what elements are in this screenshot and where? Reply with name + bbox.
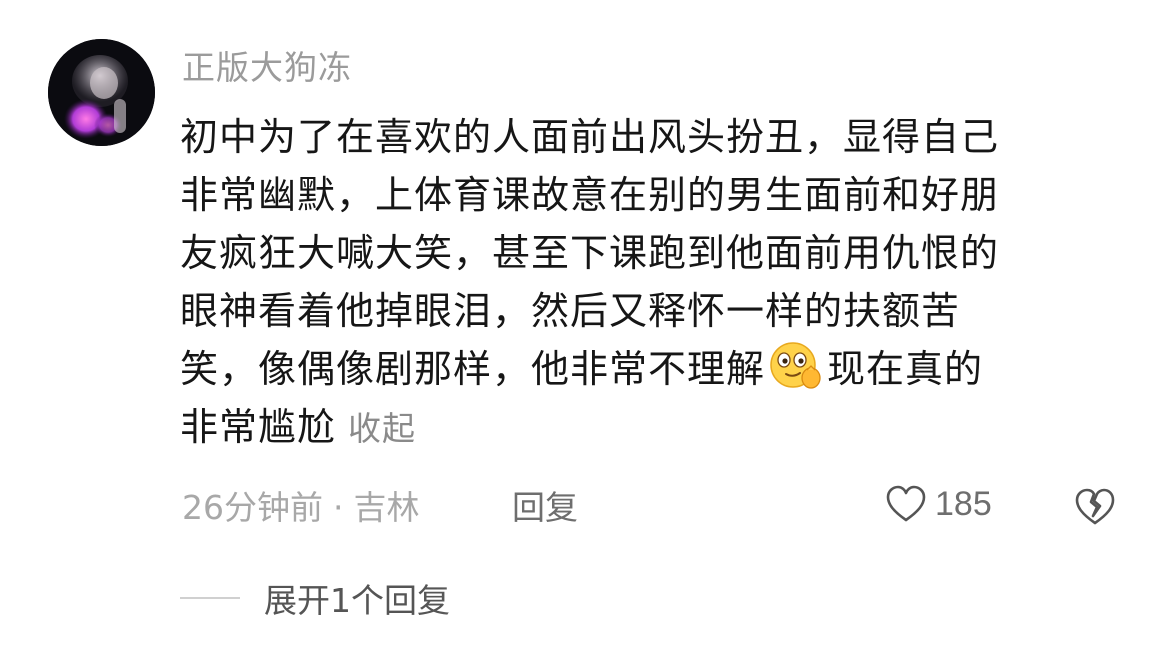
comment-line: 初中为了在喜欢的人面前出风头扮丑，显得自己	[180, 115, 1000, 159]
timestamp: 26分钟前	[182, 488, 323, 527]
comment-line: 非常尴尬 收起	[180, 398, 1140, 458]
username[interactable]: 正版大狗冻	[182, 46, 352, 90]
dislike-button[interactable]	[1073, 486, 1117, 532]
wink-pinch-emoji-icon	[770, 342, 821, 389]
comment-line-text: 非常尴尬	[180, 405, 337, 449]
comment-line: 笑，像偶像剧那样，他非常不理解 现在真的	[180, 340, 1140, 398]
expand-label-faded: 个回复	[351, 581, 450, 620]
meta-separator: ·	[333, 488, 344, 527]
divider	[180, 597, 240, 599]
comment-line: 眼神看着他掉眼泪，然后又释怀一样的扶额苦	[180, 289, 961, 333]
comment-meta: 26分钟前 · 吉林	[182, 486, 420, 530]
expand-replies[interactable]: 展开1个回复	[180, 574, 450, 622]
avatar[interactable]	[48, 39, 155, 146]
comment-line: 友疯狂大喊大笑，甚至下课跑到他面前用仇恨的	[180, 231, 1000, 275]
comment-line: 非常幽默，上体育课故意在别的男生面前和好朋	[180, 173, 1000, 217]
comment-line-text: 现在真的	[827, 347, 984, 391]
broken-heart-icon	[1075, 488, 1115, 525]
heart-outline-icon	[886, 485, 926, 522]
reply-button[interactable]: 回复	[512, 486, 578, 530]
expand-label-visible: 展开1	[264, 581, 351, 620]
comment-line-text: 笑，像偶像剧那样，他非常不理解	[180, 347, 766, 391]
expand-replies-label[interactable]: 展开1个回复	[264, 574, 450, 622]
collapse-button[interactable]: 收起	[348, 409, 416, 448]
location: 吉林	[353, 488, 420, 527]
like-button[interactable]: 185	[885, 484, 992, 524]
fade-overlay	[440, 565, 860, 625]
like-count: 185	[935, 484, 992, 523]
comment-body: 初中为了在喜欢的人面前出风头扮丑，显得自己 非常幽默，上体育课故意在别的男生面前…	[180, 108, 1140, 458]
comment-item: 正版大狗冻 初中为了在喜欢的人面前出风头扮丑，显得自己 非常幽默，上体育课故意在…	[0, 0, 1176, 651]
